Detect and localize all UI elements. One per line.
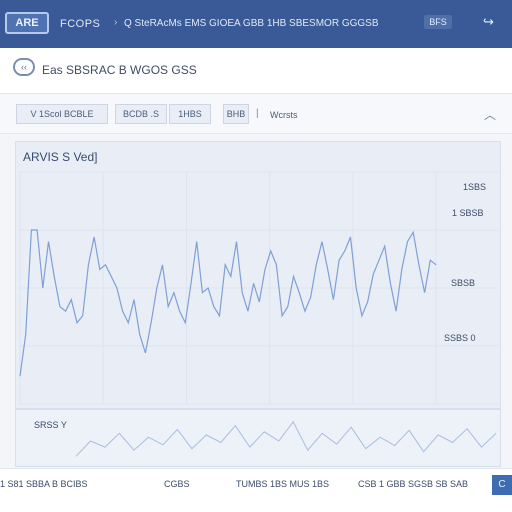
page-title: Eas SBSRAC B WGOS GSS <box>42 63 197 77</box>
mini-chart-panel: SRSS Y <box>15 409 501 467</box>
filter-label: Wcrsts <box>270 110 298 120</box>
filter-separator: | <box>256 108 259 119</box>
app-logo[interactable]: ARE <box>5 12 49 34</box>
filter-chip-2[interactable]: BCDB .S <box>115 104 167 124</box>
top-right-button[interactable]: BFS <box>424 15 452 29</box>
footer-status-left: 1 S81 SBBA B BCIBS <box>0 479 88 489</box>
main-chart-panel: ARVIS S Ved] 1SBS 1 SBSB SBSB SSBS 0 <box>15 141 501 409</box>
app-name: FCOPS <box>60 18 101 30</box>
top-nav-links[interactable]: Q SteRAcMs EMS GIOEA GBB 1HB SBESMOR GGG… <box>124 18 379 29</box>
mini-chart[interactable] <box>16 410 502 468</box>
filter-dropdown[interactable]: BHB <box>223 104 249 124</box>
mini-series-line <box>75 420 497 457</box>
series-line <box>19 229 437 377</box>
nav-separator-icon: › <box>114 17 118 28</box>
sub-header: ‹‹ Eas SBSRAC B WGOS GSS <box>0 48 512 94</box>
y-tick-label: SSBS 0 <box>444 333 476 343</box>
chevron-up-icon[interactable]: ︿ <box>484 106 496 123</box>
y-tick-label: SBSB <box>451 278 476 288</box>
back-icon[interactable]: ‹‹ <box>13 58 35 76</box>
footer-status-center-right: TUMBS 1BS MUS 1BS <box>236 479 330 489</box>
filter-bar: V 1Scol BCBLE BCDB .S 1HBS BHB | Wcrsts … <box>0 94 512 134</box>
footer-status-center-left: CGBS <box>164 479 190 489</box>
footer-bar: 1 S81 SBBA B BCIBS CGBS TUMBS 1BS MUS 1B… <box>0 468 512 512</box>
footer-status-right: CSB 1 GBB SGSB SB SAB <box>358 479 469 489</box>
y-tick-label: 1SBS <box>463 182 487 192</box>
logout-icon[interactable]: ↪ <box>483 14 494 30</box>
main-chart[interactable] <box>16 142 502 410</box>
top-bar: ARE FCOPS › Q SteRAcMs EMS GIOEA GBB 1HB… <box>0 0 512 48</box>
mini-chart-label: SRSS Y <box>34 420 67 430</box>
filter-chip-1[interactable]: V 1Scol BCBLE <box>16 104 108 124</box>
y-tick-label: 1 SBSB <box>452 208 484 218</box>
corner-action-icon[interactable]: C <box>492 475 512 495</box>
filter-chip-3[interactable]: 1HBS <box>169 104 211 124</box>
